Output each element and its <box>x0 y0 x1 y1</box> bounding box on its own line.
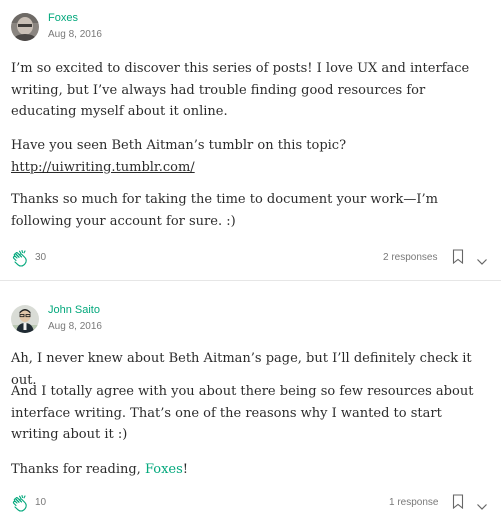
clap-count[interactable]: 10 <box>35 497 46 509</box>
paragraph: Thanks so much for taking the time to do… <box>11 192 439 229</box>
paragraph: Thanks for reading, Foxes! <box>11 459 493 481</box>
response-card: Foxes Aug 8, 2016 I’m so excited to disc… <box>0 0 501 280</box>
author-name[interactable]: John Saito <box>48 304 100 317</box>
bookmark-icon[interactable] <box>452 494 464 510</box>
paragraph: And I totally agree with you about there… <box>11 384 474 442</box>
bookmark-icon[interactable] <box>452 249 464 265</box>
avatar[interactable] <box>11 13 39 41</box>
clap-icon[interactable] <box>11 493 31 513</box>
tumblr-link[interactable]: http://uiwriting.tumblr.com/ <box>11 160 195 175</box>
mention-link[interactable]: Foxes <box>145 462 183 477</box>
responses-count[interactable]: 1 response <box>389 497 438 509</box>
author-name[interactable]: Foxes <box>48 12 78 25</box>
paragraph: I’m so excited to discover this series o… <box>11 61 470 119</box>
clap-icon[interactable] <box>11 248 31 268</box>
post-date[interactable]: Aug 8, 2016 <box>48 321 102 333</box>
response-card: John Saito Aug 8, 2016 Ah, I never knew … <box>0 281 501 524</box>
post-date[interactable]: Aug 8, 2016 <box>48 29 102 41</box>
paragraph: Have you seen Beth Aitman’s tumblr on th… <box>11 135 493 178</box>
thanks-suffix: ! <box>182 462 189 477</box>
paragraph-text: Have you seen Beth Aitman’s tumblr on th… <box>11 138 347 153</box>
clap-count[interactable]: 30 <box>35 252 46 264</box>
thanks-text: Thanks for reading, <box>11 462 145 477</box>
avatar[interactable] <box>11 305 39 333</box>
chevron-down-icon[interactable] <box>476 253 488 265</box>
chevron-down-icon[interactable] <box>476 498 488 510</box>
responses-count[interactable]: 2 responses <box>383 252 437 264</box>
